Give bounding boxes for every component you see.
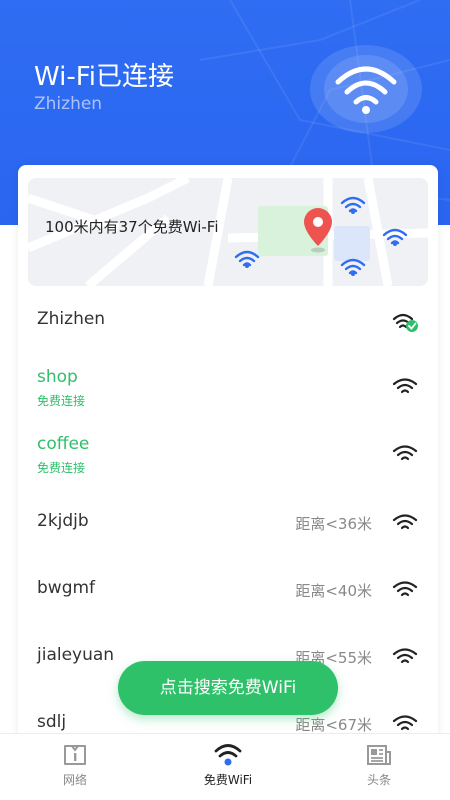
nav-item-network[interactable]: 网络 bbox=[30, 742, 120, 788]
wifi-name: bwgmf bbox=[37, 578, 96, 598]
wifi-status: 免费连接 bbox=[37, 394, 86, 408]
nav-item-free-wifi[interactable]: 免费WiFi bbox=[183, 742, 273, 788]
wifi-row-bwgmf[interactable]: bwgmf 距离<40米 bbox=[18, 556, 438, 622]
wifi-name: jialeyuan bbox=[37, 645, 115, 665]
nav-label: 免费WiFi bbox=[203, 773, 253, 787]
search-free-wifi-button[interactable]: 点击搜索免费WiFi bbox=[118, 661, 338, 715]
nav-label: 网络 bbox=[62, 773, 87, 787]
bottom-nav: 网络 免费WiFi 头条 bbox=[0, 733, 450, 800]
nearby-wifi-count: 100米内有37个免费Wi-Fi bbox=[45, 218, 219, 236]
wifi-name: shop bbox=[37, 367, 78, 387]
wifi-status: 免费连接 bbox=[37, 461, 86, 475]
wifi-signal-icon bbox=[392, 715, 418, 731]
page-title: Wi-Fi已连接 bbox=[34, 62, 175, 92]
nearby-map[interactable]: 100米内有37个免费Wi-Fi bbox=[28, 178, 428, 286]
wifi-icon bbox=[214, 744, 242, 766]
wifi-name: sdlj bbox=[37, 712, 67, 732]
nav-label: 头条 bbox=[366, 773, 391, 787]
news-icon bbox=[367, 745, 391, 765]
wifi-signal-icon bbox=[392, 648, 418, 664]
wifi-connected-icon bbox=[392, 313, 418, 332]
wifi-row-zhizhen[interactable]: Zhizhen bbox=[18, 286, 438, 352]
wifi-signal-icon bbox=[392, 445, 418, 461]
wifi-distance: 距离<36米 bbox=[295, 515, 372, 533]
wifi-signal-icon bbox=[392, 514, 418, 530]
wifi-row-coffee[interactable]: coffee 免费连接 bbox=[18, 422, 438, 488]
connected-ssid: Zhizhen bbox=[34, 94, 103, 114]
connected-wifi-icon bbox=[310, 45, 422, 133]
wifi-distance: 距离<40米 bbox=[295, 582, 372, 600]
network-icon bbox=[64, 745, 86, 765]
wifi-name: 2kjdjb bbox=[37, 511, 89, 531]
wifi-row-2kjdjb[interactable]: 2kjdjb 距离<36米 bbox=[18, 489, 438, 555]
wifi-row-shop[interactable]: shop 免费连接 bbox=[18, 355, 438, 421]
nav-item-news[interactable]: 头条 bbox=[334, 742, 424, 788]
wifi-signal-icon bbox=[392, 581, 418, 597]
wifi-signal-icon bbox=[392, 378, 418, 394]
wifi-name: Zhizhen bbox=[37, 309, 106, 329]
wifi-distance: 距离<67米 bbox=[295, 716, 372, 734]
wifi-name: coffee bbox=[37, 434, 90, 454]
